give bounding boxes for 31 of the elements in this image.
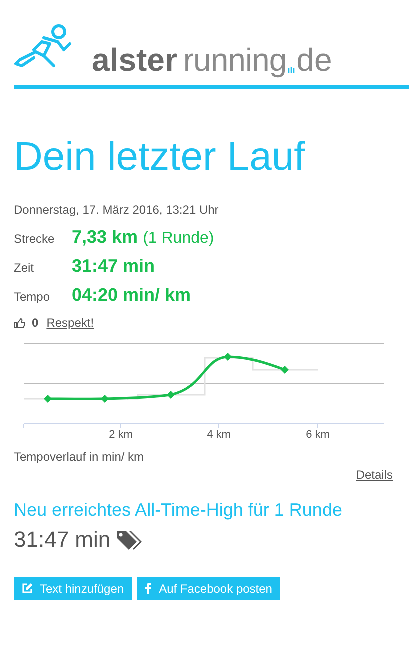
signal-icon <box>288 66 296 74</box>
data-point <box>167 391 175 399</box>
stat-label: Tempo <box>14 290 52 304</box>
details-link[interactable]: Details <box>356 468 393 482</box>
stat-note: (1 Runde) <box>143 230 214 248</box>
stat-label: Zeit <box>14 261 36 275</box>
axis-label: 6 km <box>306 429 330 441</box>
stat-label: Strecke <box>14 232 56 246</box>
stat-value: 7,33 km <box>72 227 138 248</box>
logo-text: alster <box>92 44 178 76</box>
edit-icon <box>22 583 33 594</box>
axis-label: 2 km <box>109 429 133 441</box>
run-date: Donnerstag, 17. März 2016, 13:21 Uhr <box>14 203 220 217</box>
thumbs-up-icon[interactable] <box>14 318 26 328</box>
stat-value: 04:20 min/ km <box>72 285 192 306</box>
stat-value: 31:47 min <box>72 256 156 277</box>
like-count: 0 <box>32 316 39 330</box>
page-title: Dein letzter Lauf <box>14 135 306 179</box>
data-point <box>44 395 52 403</box>
data-point <box>101 395 109 403</box>
record-title: Neu erreichtes All-Time-High für 1 Runde <box>14 500 344 521</box>
data-point <box>281 366 289 374</box>
record-time: 31:47 min <box>14 527 111 553</box>
facebook-icon <box>145 583 152 594</box>
axis-label: 4 km <box>207 429 231 441</box>
data-point <box>224 353 232 361</box>
respect-link[interactable]: Respekt! <box>46 316 94 330</box>
logo-text: de <box>296 44 332 76</box>
tags-icon <box>114 529 143 551</box>
chart-caption: Tempoverlauf in min/ km <box>14 450 146 464</box>
logo-text: running <box>183 44 287 76</box>
